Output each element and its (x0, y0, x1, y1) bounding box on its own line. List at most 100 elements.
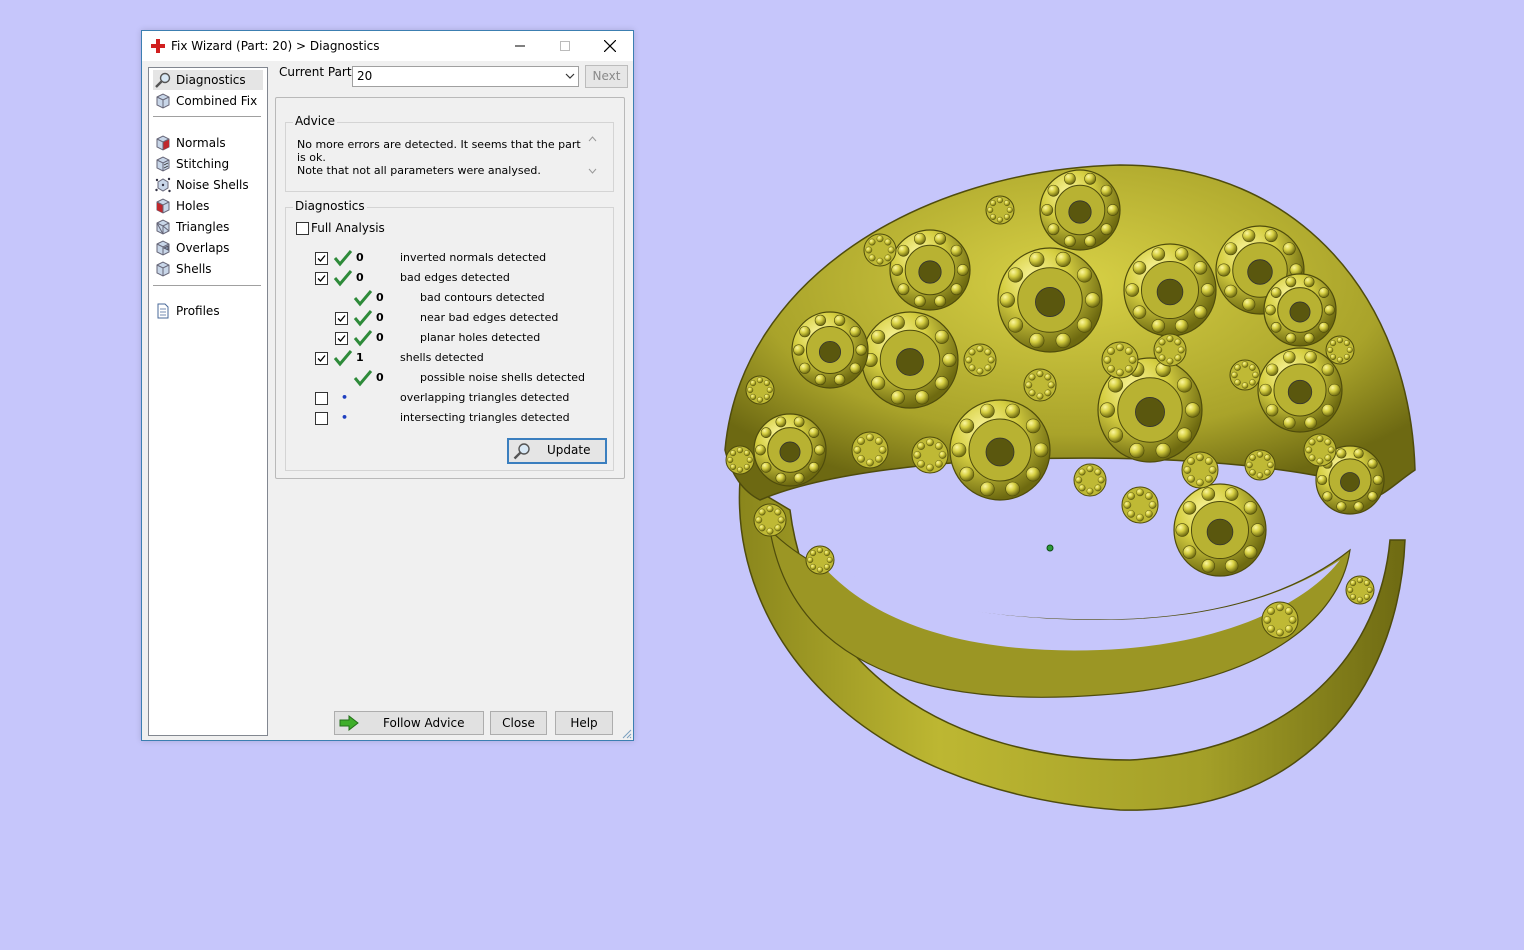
follow-advice-label: Follow Advice (383, 716, 465, 730)
main-panel: Advice No more errors are detected. It s… (275, 97, 625, 479)
checkmark-icon (337, 315, 346, 322)
diagnostics-legend: Diagnostics (293, 199, 367, 213)
nav-label: Shells (176, 262, 212, 276)
green-check-icon (353, 290, 373, 307)
diagnostic-count: 0 (376, 331, 384, 344)
document-icon (157, 303, 169, 319)
minimize-button[interactable] (497, 31, 543, 61)
overlaps-cube-icon (156, 240, 170, 256)
nav-label: Stitching (176, 157, 230, 171)
update-label: Update (547, 443, 591, 457)
fix-wizard-dialog: Fix Wizard (Part: 20) > Diagnostics Diag… (141, 30, 634, 741)
title-bar[interactable]: Fix Wizard (Part: 20) > Diagnostics (142, 31, 633, 61)
red-cross-app-icon (151, 39, 165, 53)
checkmark-icon (317, 255, 326, 262)
update-button[interactable]: Update (507, 438, 607, 464)
stitching-cube-icon (156, 156, 170, 172)
close-icon (603, 39, 617, 53)
follow-advice-button[interactable]: Follow Advice (334, 711, 484, 735)
window-close-button[interactable] (587, 31, 633, 61)
rotation-pivot-marker (1046, 544, 1054, 552)
diagnostic-label: planar holes detected (420, 331, 541, 344)
magnifier-icon (155, 72, 171, 88)
help-button[interactable]: Help (555, 711, 613, 735)
checkmark-icon (337, 335, 346, 342)
not-analysed-dot-icon: • (341, 391, 349, 404)
magnifier-icon (513, 443, 530, 460)
diagnostic-label: near bad edges detected (420, 311, 559, 324)
resize-grip-icon[interactable] (620, 727, 632, 739)
diagnostic-checkbox[interactable] (335, 332, 348, 345)
not-analysed-dot-icon: • (341, 411, 349, 424)
green-check-icon (333, 350, 353, 367)
green-check-icon (353, 330, 373, 347)
holes-cube-icon (156, 198, 170, 214)
scroll-down-icon[interactable] (588, 167, 597, 175)
full-analysis-checkbox[interactable] (296, 222, 309, 235)
triangles-cube-icon (156, 219, 170, 235)
nav-divider (153, 285, 261, 286)
diagnostic-count: 0 (356, 251, 364, 264)
nav-divider (153, 116, 261, 117)
diagnostic-label: overlapping triangles detected (400, 391, 570, 404)
window-title: Fix Wizard (Part: 20) > Diagnostics (171, 39, 380, 53)
advice-legend: Advice (293, 114, 338, 128)
advice-line-1: No more errors are detected. It seems th… (297, 138, 581, 164)
advice-group: Advice No more errors are detected. It s… (285, 114, 614, 192)
diagnostics-group: Diagnostics Full Analysis 0 inverted norm… (285, 199, 614, 471)
nav-item-diagnostics[interactable]: Diagnostics (153, 70, 263, 90)
diagnostic-checkbox[interactable] (315, 272, 328, 285)
diagnostic-count: 0 (376, 311, 384, 324)
nav-label: Noise Shells (176, 178, 249, 192)
shells-cube-icon (156, 261, 170, 277)
maximize-icon (560, 41, 570, 51)
diagnostic-checkbox[interactable] (315, 352, 328, 365)
nav-label: Normals (176, 136, 226, 150)
current-part-value: 20 (357, 69, 373, 83)
normals-cube-icon (156, 135, 170, 151)
cube-icon (156, 93, 170, 109)
next-button[interactable]: Next (585, 65, 628, 88)
nav-item-noise-shells[interactable]: Noise Shells (153, 175, 263, 195)
nav-item-combined-fix[interactable]: Combined Fix (153, 91, 263, 111)
diagnostic-count: 0 (356, 271, 364, 284)
full-analysis-label: Full Analysis (311, 221, 385, 235)
minimize-icon (515, 45, 525, 47)
green-check-icon (333, 270, 353, 287)
current-part-select[interactable]: 20 (352, 66, 579, 87)
advice-text: No more errors are detected. It seems th… (297, 138, 582, 177)
diagnostic-label: bad edges detected (400, 271, 510, 284)
3d-viewport[interactable] (700, 150, 1440, 830)
diagnostic-label: bad contours detected (420, 291, 545, 304)
green-check-icon (353, 370, 373, 387)
nav-item-triangles[interactable]: Triangles (153, 217, 263, 237)
chevron-down-icon (565, 73, 575, 79)
nav-item-profiles[interactable]: Profiles (153, 301, 263, 321)
close-button[interactable]: Close (490, 711, 547, 735)
scroll-up-icon[interactable] (588, 135, 597, 143)
green-arrow-right-icon (339, 715, 359, 731)
nav-item-holes[interactable]: Holes (153, 196, 263, 216)
checkmark-icon (317, 355, 326, 362)
diagnostic-checkbox[interactable] (315, 392, 328, 405)
nav-item-stitching[interactable]: Stitching (153, 154, 263, 174)
green-check-icon (333, 250, 353, 267)
wizard-nav: Diagnostics Combined Fix Normals Stitchi… (148, 67, 268, 736)
nav-label: Triangles (176, 220, 230, 234)
nav-item-shells[interactable]: Shells (153, 259, 263, 279)
diagnostic-checkbox[interactable] (315, 412, 328, 425)
diagnostic-label: intersecting triangles detected (400, 411, 570, 424)
diagnostic-count: 0 (376, 291, 384, 304)
green-check-icon (353, 310, 373, 327)
diagnostic-count: 0 (376, 371, 384, 384)
diagnostic-count: 1 (356, 351, 364, 364)
diagnostic-label: shells detected (400, 351, 484, 364)
diagnostic-checkbox[interactable] (335, 312, 348, 325)
checkmark-icon (317, 275, 326, 282)
diagnostic-checkbox[interactable] (315, 252, 328, 265)
maximize-button[interactable] (542, 31, 588, 61)
nav-item-normals[interactable]: Normals (153, 133, 263, 153)
advice-line-2: Note that not all parameters were analys… (297, 164, 541, 177)
nav-item-overlaps[interactable]: Overlaps (153, 238, 263, 258)
nav-label: Holes (176, 199, 210, 213)
